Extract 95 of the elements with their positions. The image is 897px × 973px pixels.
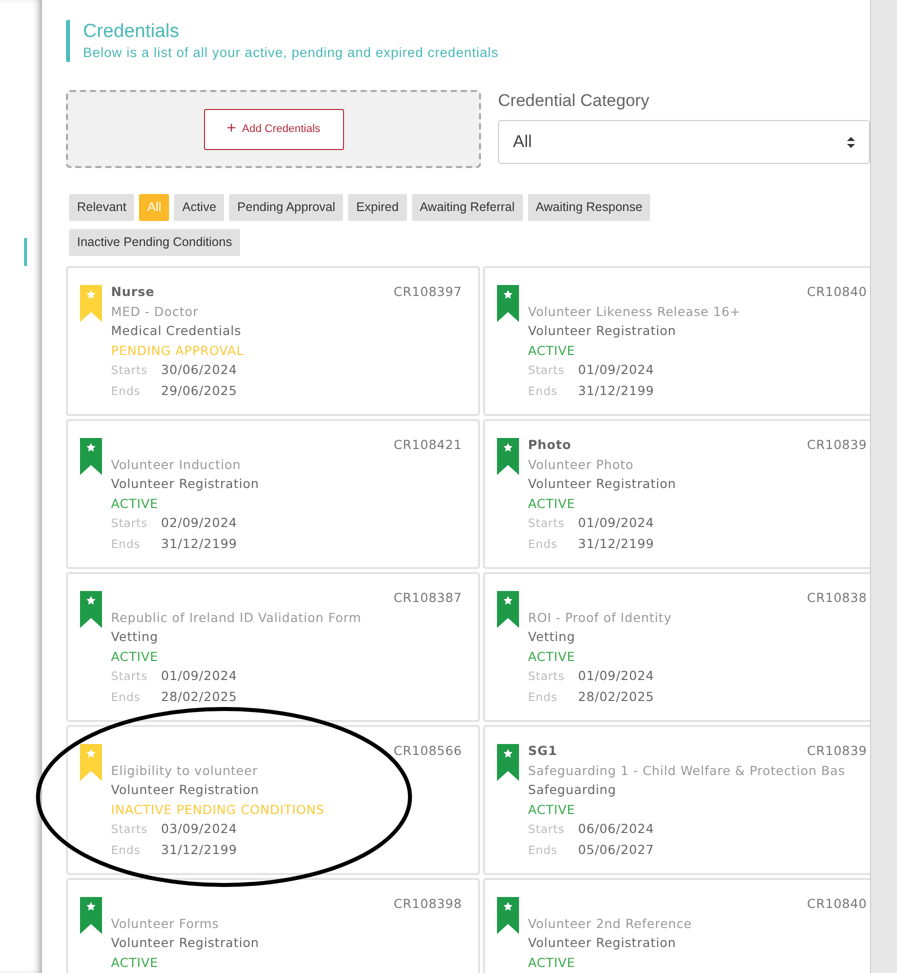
start-date: 01/09/2024 — [578, 515, 654, 530]
start-label: Starts — [528, 668, 566, 685]
scrollbar[interactable] — [870, 0, 897, 973]
filter-tab[interactable]: Relevant — [69, 194, 134, 221]
credential-id: CR10838 — [807, 589, 867, 607]
end-label: Ends — [528, 688, 558, 706]
credential-status: INACTIVE PENDING CONDITIONS — [111, 800, 326, 818]
credential-type: Eligibility to volunteer — [111, 762, 259, 780]
credential-type: Volunteer Photo — [528, 456, 635, 474]
category-select[interactable]: All — [498, 120, 870, 164]
credential-card[interactable]: CR108421 Volunteer Induction Volunteer Registration ACTIVE Starts 02/09/2024 Ends 31/12/2199 — [66, 419, 480, 569]
credential-status: ACTIVE — [528, 648, 576, 666]
filter-tab[interactable]: Expired — [348, 194, 407, 221]
credential-type: MED - Doctor — [111, 302, 200, 320]
start-date: 02/09/2024 — [161, 515, 238, 530]
filter-tab[interactable]: Awaiting Referral — [412, 194, 523, 221]
end-label: Ends — [111, 382, 142, 400]
end-date: 31/12/2199 — [578, 382, 654, 398]
start-date: 01/09/2024 — [578, 362, 654, 377]
credential-id: CR108566 — [394, 742, 462, 760]
credential-type: ROI - Proof of Identity — [528, 608, 673, 627]
credential-id: CR10840 — [807, 283, 867, 301]
accent-bar — [24, 238, 27, 266]
credential-id: CR108397 — [394, 283, 462, 301]
end-date: 31/12/2199 — [578, 536, 654, 550]
sort-arrows-icon — [847, 136, 855, 148]
credential-name: SG1 — [528, 742, 558, 760]
end-label: Ends — [528, 842, 558, 858]
credential-category: Vetting — [528, 628, 576, 646]
credential-category: Volunteer Registration — [528, 934, 678, 952]
credential-category: Volunteer Registration — [111, 781, 260, 799]
end-label: Ends — [528, 536, 558, 552]
credential-status: ACTIVE — [111, 954, 160, 972]
credential-card[interactable]: Nurse CR108397 MED - Doctor Medical Credentials PENDING APPROVAL Starts 30/06/2024 Ends 29/06/2025 — [66, 266, 480, 416]
credential-type: Volunteer 2nd Reference — [528, 914, 693, 932]
credential-card[interactable]: CR108387 Republic of Ireland ID Validation Form Vetting ACTIVE Starts 01/09/2024 Ends 28/02/2025 — [66, 572, 480, 722]
end-label: Ends — [111, 688, 142, 706]
credential-id: CR10839 — [807, 742, 867, 760]
end-date: 28/02/2025 — [161, 688, 238, 704]
filter-tab[interactable]: Pending Approval — [229, 194, 344, 221]
start-date: 03/09/2024 — [161, 821, 238, 836]
start-label: Starts — [111, 821, 148, 838]
credential-category: Vetting — [111, 628, 160, 646]
end-date: 05/06/2027 — [578, 842, 654, 856]
end-label: Ends — [111, 842, 142, 858]
start-label: Starts — [528, 821, 566, 838]
credential-category: Volunteer Registration — [111, 475, 260, 493]
credential-name: Nurse — [111, 283, 154, 301]
credential-status: ACTIVE — [528, 342, 576, 360]
credential-status: ACTIVE — [528, 494, 576, 512]
start-label: Starts — [111, 515, 148, 532]
credential-id: CR10839 — [807, 436, 867, 454]
end-date: 31/12/2199 — [161, 842, 238, 856]
end-date: 31/12/2199 — [161, 536, 238, 550]
credential-status: ACTIVE — [528, 954, 576, 972]
filter-tab[interactable]: Inactive Pending Conditions — [69, 229, 240, 256]
start-date: 30/06/2024 — [161, 362, 238, 377]
start-date: 01/09/2024 — [578, 668, 654, 683]
page-title: Credentials — [83, 20, 180, 44]
credential-category: Safeguarding — [528, 781, 618, 799]
credential-type: Safeguarding 1 - Child Welfare & Protection Bas — [528, 762, 846, 780]
start-label: Starts — [528, 515, 566, 532]
end-label: Ends — [528, 382, 558, 400]
start-date: 06/06/2024 — [578, 821, 654, 836]
credential-type: Volunteer Forms — [111, 914, 220, 932]
page-subtitle: Below is a list of all your active, pending and expired credentials — [83, 44, 500, 62]
credential-category: Medical Credentials — [111, 322, 242, 340]
credential-type: Volunteer Likeness Release 16+ — [528, 302, 742, 320]
start-label: Starts — [528, 362, 566, 379]
credential-card[interactable]: CR108566 Eligibility to volunteer Volunteer Registration INACTIVE PENDING CONDITIONS Starts 03/09/2024 Ends 31/12/2199 — [66, 725, 480, 875]
credential-id: CR108387 — [394, 589, 462, 607]
credential-name: Photo — [528, 436, 572, 454]
credential-type: Volunteer Induction — [111, 456, 242, 474]
credential-type: Republic of Ireland ID Validation Form — [111, 608, 362, 627]
category-label: Credential Category — [498, 90, 650, 112]
start-date: 01/09/2024 — [161, 668, 238, 683]
start-label: Starts — [111, 668, 148, 685]
credential-id: CR108421 — [394, 436, 462, 454]
end-date: 29/06/2025 — [161, 382, 238, 398]
add-credentials-button[interactable]: + Add Credentials — [204, 108, 344, 150]
end-label: Ends — [111, 536, 142, 552]
filter-tab[interactable]: Active — [174, 194, 224, 221]
start-label: Starts — [111, 362, 148, 379]
credential-status: ACTIVE — [111, 648, 160, 666]
credential-status: ACTIVE — [111, 494, 160, 512]
credential-id: CR108398 — [394, 895, 462, 913]
credential-card[interactable]: CR108398 Volunteer Forms Volunteer Registration ACTIVE — [66, 878, 480, 973]
credential-status: PENDING APPROVAL — [111, 342, 245, 360]
end-date: 28/02/2025 — [578, 688, 654, 704]
credential-id: CR10840 — [807, 895, 867, 913]
filter-tab[interactable]: Awaiting Response — [528, 194, 650, 221]
credential-status: ACTIVE — [528, 800, 576, 818]
credential-category: Volunteer Registration — [528, 322, 678, 340]
credential-category: Volunteer Registration — [528, 475, 678, 493]
credential-category: Volunteer Registration — [111, 934, 260, 952]
